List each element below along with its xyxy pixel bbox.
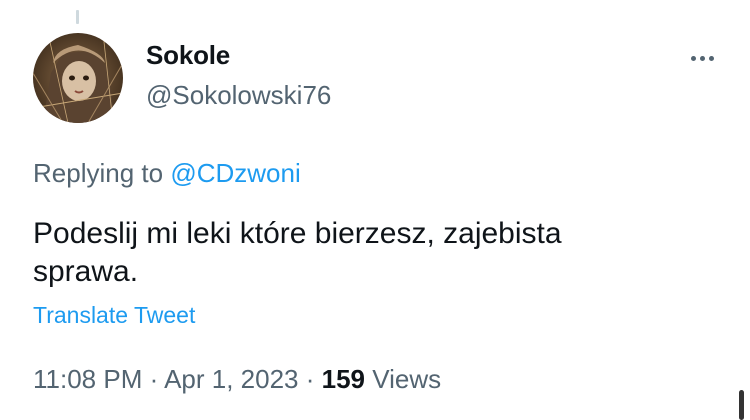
meta-separator: · bbox=[149, 364, 159, 394]
tweet-time[interactable]: 11:08 PM bbox=[33, 364, 142, 394]
meta-separator: · bbox=[305, 364, 315, 394]
replying-to-line: Replying to @CDzwoni bbox=[33, 158, 301, 189]
views-label: Views bbox=[372, 364, 442, 394]
tweet-text: Podeslij mi leki które bierzesz, zajebis… bbox=[33, 217, 562, 288]
user-handle[interactable]: @Sokolowski76 bbox=[146, 80, 331, 111]
tweet-card: Sokole @Sokolowski76 Replying to @CDzwon… bbox=[0, 0, 750, 420]
tweet-metadata: 11:08 PM · Apr 1, 2023 · 159 Views bbox=[33, 364, 441, 395]
avatar-image bbox=[33, 33, 123, 123]
replying-to-mention-link[interactable]: @CDzwoni bbox=[170, 158, 300, 188]
tweet-date[interactable]: Apr 1, 2023 bbox=[164, 364, 298, 394]
views-count[interactable]: 159 bbox=[322, 364, 365, 394]
scrollbar-thumb[interactable] bbox=[739, 390, 744, 420]
translate-tweet-link[interactable]: Translate Tweet bbox=[33, 302, 195, 329]
display-name[interactable]: Sokole bbox=[146, 40, 230, 71]
thread-connector-line bbox=[76, 10, 79, 24]
more-horizontal-icon bbox=[690, 55, 714, 61]
avatar[interactable] bbox=[33, 33, 123, 123]
replying-to-prefix: Replying to bbox=[33, 158, 164, 188]
more-options-button[interactable] bbox=[682, 44, 722, 72]
